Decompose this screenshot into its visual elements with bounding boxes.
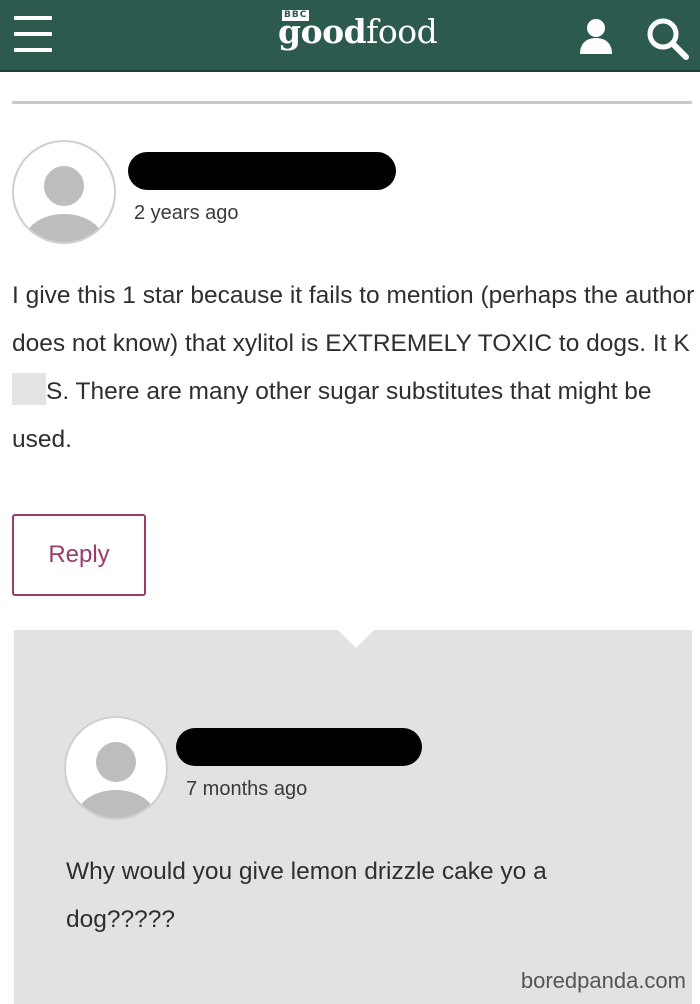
comment-text-part2: S. There are many other sugar substitute… — [12, 378, 652, 453]
default-user-icon — [24, 166, 104, 242]
redacted-reply-username — [176, 728, 422, 766]
default-user-icon — [76, 742, 156, 818]
brand-food: food — [366, 12, 438, 51]
hamburger-menu-icon[interactable] — [14, 12, 54, 60]
comment-text-part1: I give this 1 star because it fails to m… — [12, 282, 695, 357]
brand-good: good — [278, 12, 367, 51]
reply-timestamp: 7 months ago — [186, 778, 308, 800]
user-icon[interactable] — [574, 16, 618, 56]
comment-body: I give this 1 star because it fails to m… — [12, 272, 696, 464]
reply-body: Why would you give lemon drizzle cake yo… — [66, 858, 547, 933]
comment-timestamp: 2 years ago — [134, 202, 239, 224]
section-divider — [12, 101, 692, 104]
watermark: boredpanda.com — [520, 968, 686, 993]
redacted-username — [128, 152, 396, 190]
site-logo[interactable]: BBC goodfood — [274, 6, 438, 66]
censor-block — [12, 373, 46, 405]
reply-notch — [336, 628, 376, 648]
avatar — [12, 140, 116, 244]
search-icon[interactable] — [642, 14, 692, 60]
brand-wordmark: goodfood — [278, 12, 438, 51]
site-header: BBC goodfood — [0, 0, 700, 72]
reply-button[interactable]: Reply — [12, 514, 146, 596]
reply-avatar — [64, 716, 168, 820]
